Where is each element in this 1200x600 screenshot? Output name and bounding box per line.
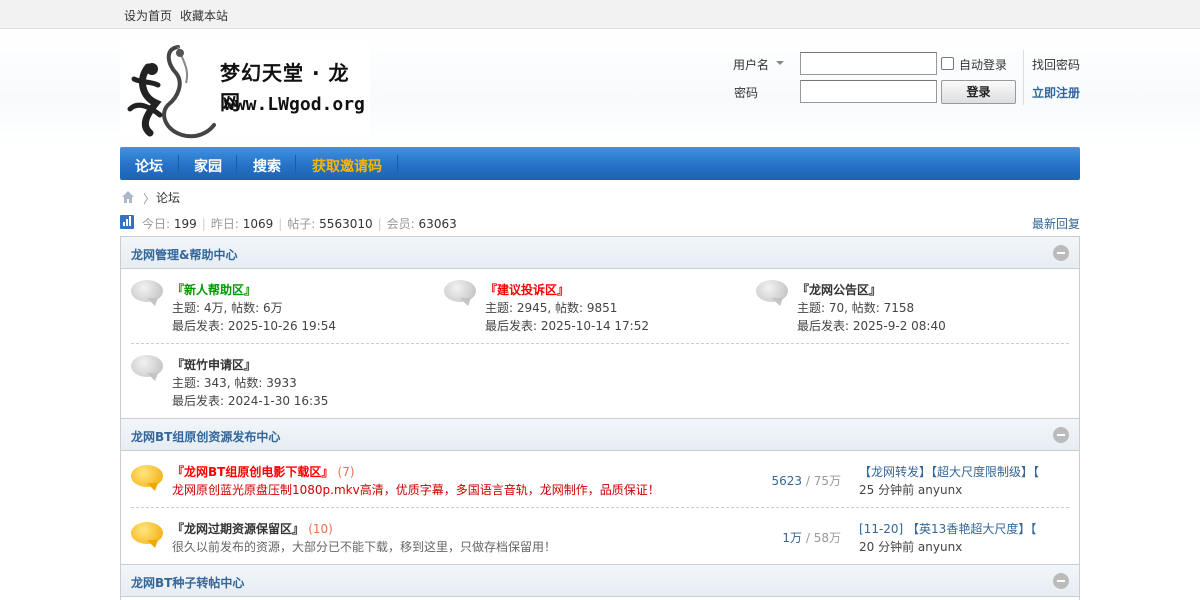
breadcrumb-current[interactable]: 论坛 xyxy=(156,189,180,206)
today-count: (7) xyxy=(337,465,355,479)
forum-last-post: 最后发表: 2025-9-2 08:40 xyxy=(797,319,946,333)
forum-last-post: 最后发表: 2024-1-30 16:35 xyxy=(172,394,329,408)
auto-login-label[interactable]: 自动登录 xyxy=(959,56,1007,73)
stat-yesterday: 1069 xyxy=(242,217,274,231)
register-link[interactable]: 立即注册 xyxy=(1032,84,1080,101)
last-post-meta[interactable]: 25 分钟前 anyunx xyxy=(859,481,962,498)
speech-bubble-icon xyxy=(131,522,163,548)
row-divider xyxy=(131,343,1069,344)
forum-suggestions[interactable]: 『建议投诉区』 xyxy=(485,281,569,298)
category-title[interactable]: 龙网BT组原创资源发布中心 xyxy=(131,428,280,445)
username-input[interactable] xyxy=(800,52,937,75)
site-logo[interactable]: 梦幻天堂 · 龙网 www.LWgod.org xyxy=(120,39,370,139)
nav-separator xyxy=(178,155,179,173)
speech-bubble-icon xyxy=(131,355,163,381)
nav-separator xyxy=(397,155,398,173)
login-button[interactable]: 登录 xyxy=(941,80,1016,104)
forum-last-post: 最后发表: 2025-10-26 19:54 xyxy=(172,319,336,333)
forum-newbie-help[interactable]: 『新人帮助区』 xyxy=(172,281,256,298)
forum-bt-movies[interactable]: 『龙网BT组原创电影下载区』 (7) xyxy=(172,463,355,480)
speech-bubble-icon xyxy=(131,465,163,491)
forum-topics: 主题: 4万, 帖数: 6万 xyxy=(172,301,283,315)
category-header: 龙网BT组原创资源发布中心 xyxy=(121,419,1079,451)
forum-description: 很久以前发布的资源，大部分已不能下载，移到这里，只做存档保留用！ xyxy=(172,540,557,554)
top-bar: 设为首页 收藏本站 xyxy=(0,0,1200,29)
today-count: (10) xyxy=(308,522,333,536)
forum-moderator-apply[interactable]: 『斑竹申请区』 xyxy=(172,356,256,373)
nav-item-search[interactable]: 搜索 xyxy=(253,156,281,176)
category-header: 龙网BT种子转帖中心 xyxy=(121,565,1079,597)
bar-chart-icon xyxy=(120,215,134,229)
site-url: www.LWgod.org xyxy=(224,94,365,115)
find-password-link[interactable]: 找回密码 xyxy=(1032,56,1080,73)
auto-login-checkbox[interactable] xyxy=(941,57,954,70)
stat-members: 63063 xyxy=(418,217,457,231)
set-home-link[interactable]: 设为首页 xyxy=(124,7,172,24)
forum-announcements[interactable]: 『龙网公告区』 xyxy=(797,281,881,298)
nav-item-invite-code[interactable]: 获取邀请码 xyxy=(312,156,382,176)
forum-topics: 主题: 2945, 帖数: 9851 xyxy=(485,301,618,315)
dragon-logo-icon xyxy=(127,45,216,139)
caret-down-icon[interactable] xyxy=(776,61,784,65)
minus-circle-icon[interactable] xyxy=(1053,245,1069,261)
row-divider xyxy=(131,507,1069,508)
main-nav: 论坛 家园 搜索 获取邀请码 xyxy=(120,147,1080,180)
speech-bubble-icon xyxy=(444,280,476,306)
stat-posts: 5563010 xyxy=(319,217,373,231)
forum-topics: 主题: 343, 帖数: 3933 xyxy=(172,376,297,390)
latest-reply-link[interactable]: 最新回复 xyxy=(1032,215,1080,232)
forum-counts: 5623 / 75万 xyxy=(771,474,841,488)
forum-expired-archive[interactable]: 『龙网过期资源保留区』 (10) xyxy=(172,520,333,537)
last-post-meta[interactable]: 20 分钟前 anyunx xyxy=(859,538,962,555)
breadcrumb-arrow: 〉 xyxy=(143,192,156,206)
category-header: 龙网管理&帮助中心 xyxy=(121,237,1079,269)
forum-description: 龙网原创蓝光原盘压制1080p.mkv高清，优质字幕，多国语言音轨，龙网制作，品… xyxy=(172,483,660,497)
forum-counts: 1万 / 58万 xyxy=(782,531,841,545)
minus-circle-icon[interactable] xyxy=(1053,573,1069,589)
speech-bubble-icon xyxy=(756,280,788,306)
forum-topics: 主题: 70, 帖数: 7158 xyxy=(797,301,915,315)
login-divider xyxy=(1023,50,1024,105)
forum-last-post: 最后发表: 2025-10-14 17:52 xyxy=(485,319,649,333)
speech-bubble-icon xyxy=(131,280,163,306)
last-post-title[interactable]: 【龙网转发】【超大尺度限制级】【 xyxy=(859,463,1055,480)
minus-circle-icon[interactable] xyxy=(1053,427,1069,443)
nav-item-forum[interactable]: 论坛 xyxy=(135,156,163,176)
home-icon[interactable] xyxy=(121,190,135,204)
username-label[interactable]: 用户名 xyxy=(733,56,769,73)
category-title[interactable]: 龙网管理&帮助中心 xyxy=(131,246,237,263)
nav-item-home[interactable]: 家园 xyxy=(194,156,222,176)
bookmark-link[interactable]: 收藏本站 xyxy=(180,7,228,24)
password-label: 密码 xyxy=(734,86,759,100)
password-input[interactable] xyxy=(800,80,937,103)
nav-separator xyxy=(236,155,237,173)
stat-today: 199 xyxy=(173,217,197,231)
last-post-title[interactable]: [11-20] 【英13香艳超大尺度】【 xyxy=(859,520,1055,537)
forum-stats: 今日: 199 | 昨日: 1069 | 帖子: 5563010 | 会员: 63063 xyxy=(142,217,457,231)
category-bt-torrents: 龙网BT种子转帖中心 xyxy=(120,564,1080,600)
category-title[interactable]: 龙网BT种子转帖中心 xyxy=(131,574,244,591)
nav-separator xyxy=(295,155,296,173)
